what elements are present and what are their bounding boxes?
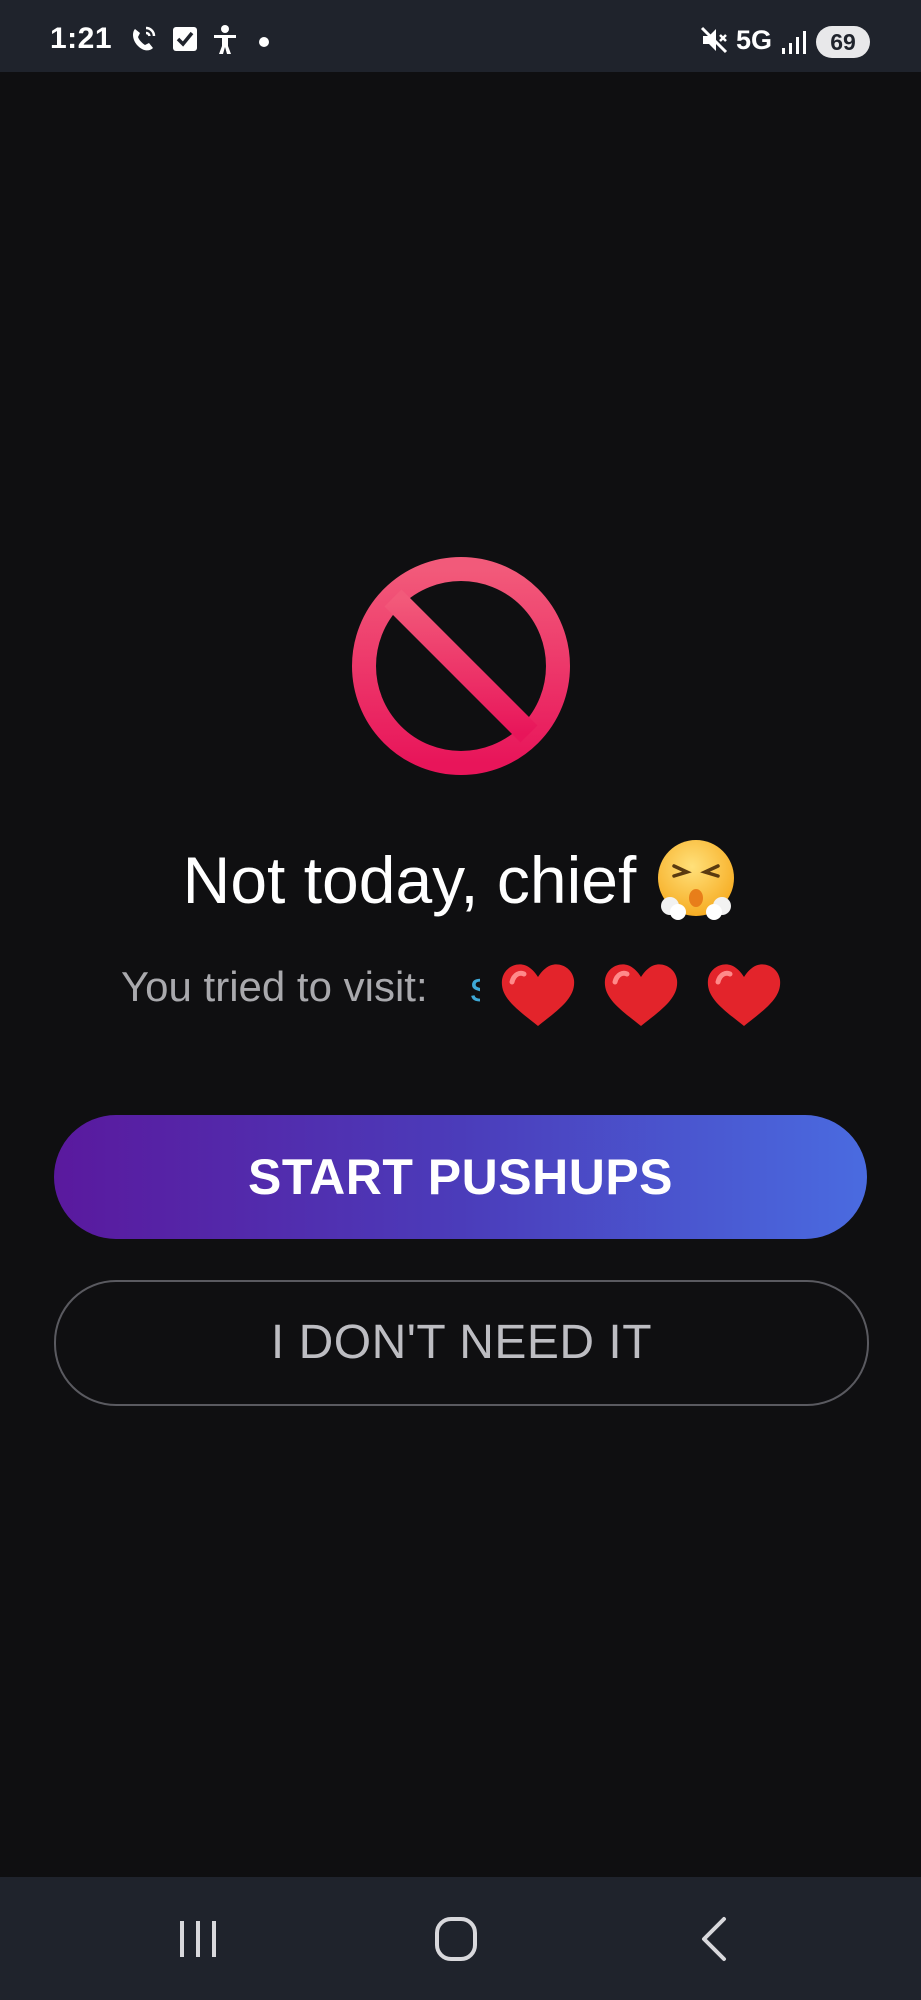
heart-icon	[604, 964, 678, 1026]
wifi-calling-icon	[133, 26, 156, 51]
recent-apps-icon[interactable]	[168, 1913, 228, 1965]
status-bar: 1:21 5G 69	[0, 0, 921, 72]
accessibility-icon	[214, 25, 236, 54]
dismiss-button[interactable]: I DON'T NEED IT	[54, 1280, 869, 1406]
prohibited-icon	[352, 557, 570, 775]
battery-indicator: 69	[816, 26, 870, 58]
network-type: 5G	[736, 25, 773, 55]
visit-label: You tried to visit:	[121, 963, 428, 1010]
visited-site: s	[470, 962, 480, 1012]
headline: Not today, chief	[0, 835, 921, 925]
signal-icon	[782, 31, 806, 54]
checkbox-icon	[173, 27, 197, 51]
status-time: 1:21	[50, 22, 113, 55]
heart-icon	[501, 964, 575, 1026]
headline-text: Not today, chief	[182, 843, 637, 917]
home-icon[interactable]	[426, 1913, 486, 1965]
block-screen: 1:21 5G 69 Not today, chief You tried to…	[0, 0, 921, 2000]
navigation-bar	[0, 1877, 921, 2000]
back-icon[interactable]	[686, 1913, 746, 1965]
heart-icon	[707, 964, 781, 1026]
notification-dot-icon	[259, 37, 269, 47]
face-with-steam-icon	[658, 840, 735, 920]
start-pushups-button[interactable]: START PUSHUPS	[54, 1115, 867, 1239]
mute-icon	[700, 26, 728, 54]
